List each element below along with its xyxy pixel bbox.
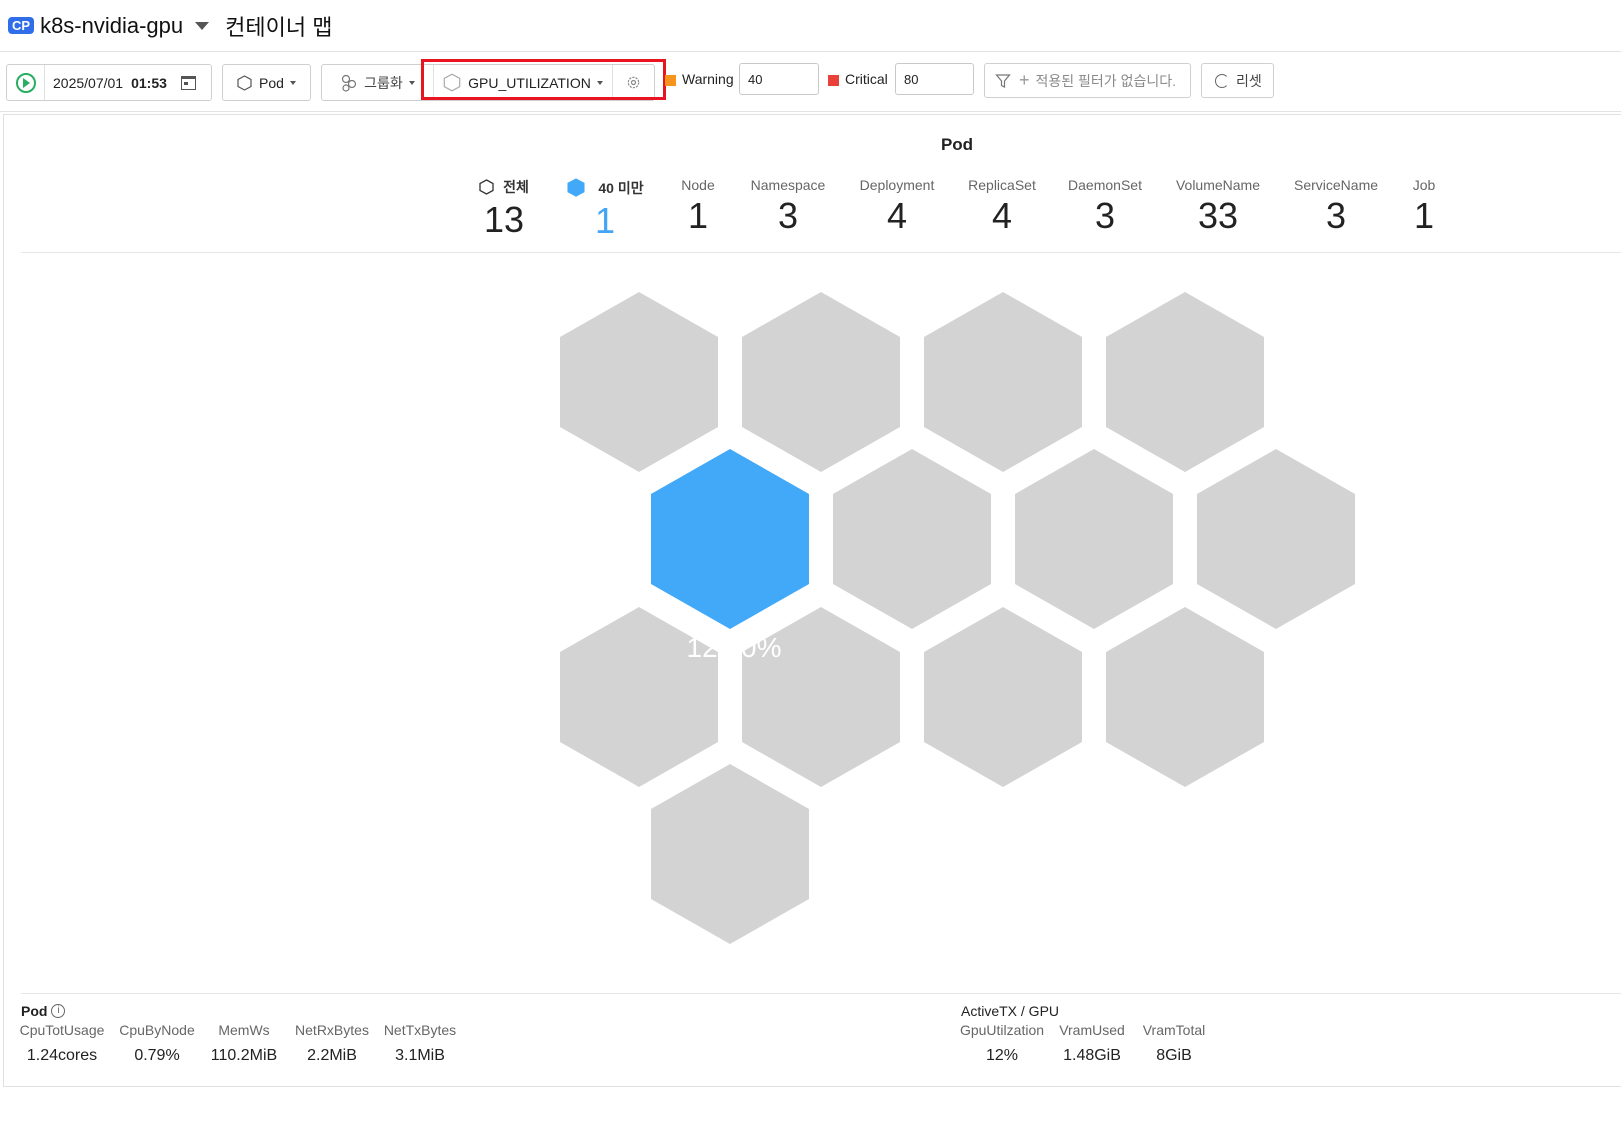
metric-dropdown[interactable]: GPU_UTILIZATION [434, 65, 612, 100]
critical-label: Critical [845, 71, 888, 87]
metric-label: NetRxBytes [295, 1022, 369, 1038]
project-selector[interactable]: k8s-nvidia-gpu [40, 13, 183, 39]
group-icon [342, 74, 357, 92]
gpu-metrics-title: ActiveTX / GPU [961, 1003, 1060, 1019]
cp-badge: CP [8, 17, 35, 34]
filter-button[interactable]: + 적용된 필터가 없습니다. [984, 63, 1191, 98]
metric-netrxbytes: NetRxBytes 2.2MiB [282, 1022, 382, 1065]
time-picker[interactable]: 2025/07/01 01:53 [6, 64, 212, 101]
object-type-dropdown[interactable]: Pod [222, 64, 311, 101]
hexagon-icon [443, 73, 461, 92]
plus-icon: + [1019, 70, 1030, 90]
calendar-icon[interactable] [180, 75, 196, 90]
pod-hexagon[interactable] [924, 292, 1082, 472]
critical-color-swatch [828, 75, 839, 86]
reset-icon [1215, 73, 1229, 88]
metric-value: 3.1MiB [395, 1047, 445, 1064]
play-button[interactable] [7, 65, 45, 100]
metric-label: VramTotal [1142, 1022, 1206, 1038]
metric-label: CpuTotUsage [19, 1022, 105, 1038]
metric-value: 1.24cores [26, 1047, 98, 1064]
metric-value: 12% [985, 1047, 1019, 1064]
metric-gpuutilzation: GpuUtilzation 12% [952, 1022, 1052, 1065]
hexagon-map [560, 292, 1355, 944]
pod-hexagon[interactable] [1197, 449, 1355, 629]
title-bar: CP k8s-nvidia-gpu 컨테이너 맵 [0, 0, 1621, 52]
pod-hexagon[interactable] [1106, 292, 1264, 472]
object-type-label: Pod [259, 74, 284, 91]
pod-hexagon[interactable] [742, 292, 900, 472]
pod-hexagon[interactable] [651, 764, 809, 944]
container-map-panel: Pod 전체 13 40 미만 1 Node 1 Namespace 3 Deployment 4… [3, 114, 1621, 1087]
metric-value: 2.2MiB [307, 1047, 357, 1064]
pod-hexagon[interactable] [924, 607, 1082, 787]
metric-cpubynode: CpuByNode 0.79% [107, 1022, 207, 1065]
grouping-dropdown[interactable]: 그룹화 [322, 65, 434, 100]
metric-label: MemWs [218, 1022, 270, 1038]
metric-value: 110.2MiB [210, 1047, 278, 1064]
chevron-down-icon [408, 80, 415, 85]
metric-label: CpuByNode [119, 1022, 195, 1038]
metric-memws: MemWs 110.2MiB [194, 1022, 294, 1065]
grouping-label: 그룹화 [364, 74, 403, 91]
date-value: 2025/07/01 [53, 74, 124, 91]
critical-threshold-input[interactable] [895, 63, 974, 95]
warning-label: Warning [682, 71, 734, 87]
reset-button[interactable]: 리셋 [1201, 63, 1274, 98]
metric-nettxbytes: NetTxBytes 3.1MiB [370, 1022, 470, 1065]
grouping-metric-group: 그룹화 GPU_UTILIZATION [321, 64, 655, 101]
pod-hexagon[interactable] [833, 449, 991, 629]
metric-vramtotal: VramTotal 8GiB [1124, 1022, 1224, 1065]
pod-hexagon[interactable] [560, 292, 718, 472]
pod-hexagon[interactable] [1106, 607, 1264, 787]
warning-color-swatch [665, 75, 676, 86]
warning-threshold-input[interactable] [739, 63, 819, 95]
metric-label: NetTxBytes [383, 1022, 457, 1038]
metric-label: GPU_UTILIZATION [468, 74, 591, 91]
metric-value: 0.79% [134, 1047, 180, 1064]
pod-metrics-title: Pod i [21, 1003, 66, 1019]
metric-cputotusage: CpuTotUsage 1.24cores [12, 1022, 112, 1065]
filter-icon [995, 73, 1011, 88]
gear-icon [627, 76, 640, 89]
metric-settings-button[interactable] [612, 65, 654, 100]
pod-hexagon[interactable] [560, 607, 718, 787]
page-title: 컨테이너 맵 [225, 14, 333, 40]
hexagon-icon [237, 74, 252, 91]
pod-hexagon[interactable] [1015, 449, 1173, 629]
chevron-down-icon [289, 80, 296, 85]
time-value: 01:53 [131, 74, 167, 91]
pod-hexagon-active[interactable] [651, 449, 809, 629]
project-dropdown-caret-icon[interactable] [195, 21, 210, 30]
divider [21, 993, 1621, 994]
pod-hexagon[interactable] [742, 607, 900, 787]
metric-value: 8GiB [1156, 1047, 1192, 1064]
info-icon[interactable]: i [51, 1004, 66, 1018]
play-icon [15, 72, 36, 93]
pod-metrics-title-text: Pod [21, 1003, 48, 1019]
metric-label: GpuUtilzation [959, 1022, 1045, 1038]
chevron-down-icon [596, 80, 603, 85]
reset-label: 리셋 [1236, 72, 1262, 89]
filter-placeholder: 적용된 필터가 없습니다. [1035, 72, 1176, 89]
